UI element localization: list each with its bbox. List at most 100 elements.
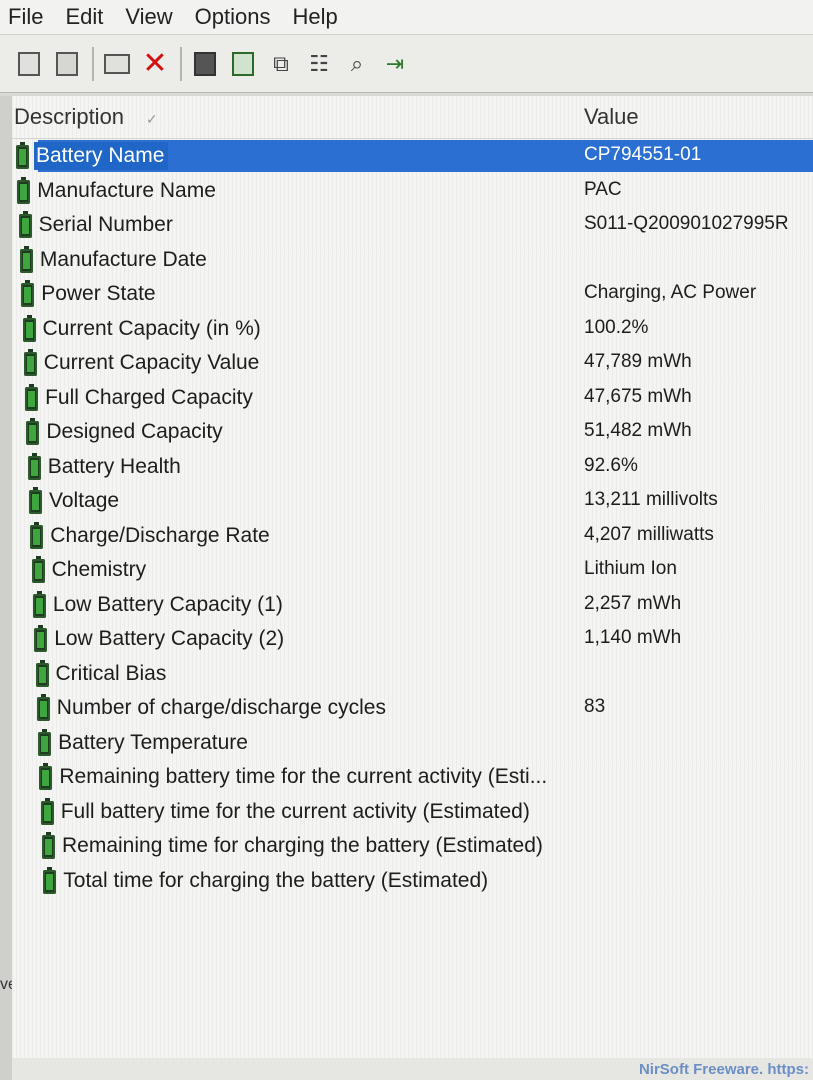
table-row[interactable]: Full Charged Capacity 47,675 mWh — [12, 382, 813, 417]
table-row[interactable]: Battery Name CP794551-01 — [12, 140, 813, 175]
row-description: Voltage — [49, 489, 120, 512]
row-value: 13,211 millivolts — [584, 489, 718, 510]
row-description: Full Charged Capacity — [45, 385, 253, 409]
row-description: Battery Health — [47, 454, 181, 478]
menu-edit[interactable]: Edit — [57, 4, 117, 30]
battery-icon — [26, 418, 40, 445]
row-value: 83 — [584, 696, 606, 717]
row-value: PAC — [584, 178, 622, 200]
table-row[interactable]: Battery Temperature — [12, 727, 813, 762]
table-row[interactable]: Remaining battery time for the current a… — [12, 761, 813, 796]
battery-icon — [17, 176, 31, 204]
column-header-description[interactable]: Description ✓ — [12, 104, 574, 130]
row-description: Serial Number — [38, 213, 173, 236]
row-value: Charging, AC Power — [584, 282, 757, 303]
toolbar-separator — [92, 46, 94, 81]
column-header-value[interactable]: Value — [584, 104, 639, 130]
html-report-icon[interactable] — [14, 47, 44, 81]
row-value: 47,675 mWh — [584, 385, 692, 407]
row-description: Manufacture Name — [37, 178, 216, 202]
battery-icon — [36, 694, 50, 721]
toolbar-separator — [180, 46, 182, 81]
row-description: Power State — [41, 282, 156, 305]
options-icon[interactable]: ☷ — [304, 47, 334, 81]
row-description: Remaining battery time for the current a… — [59, 765, 548, 788]
menu-options[interactable]: Options — [187, 4, 285, 30]
background-window-strip: ve — [0, 96, 17, 1080]
row-description: Battery Name — [34, 142, 169, 170]
table-row[interactable]: Low Battery Capacity (1) 2,257 mWh — [12, 589, 813, 624]
table-row[interactable]: Serial Number S011-Q200901027995R — [12, 209, 813, 244]
horizontal-scrollbar[interactable]: NirSoft Freeware. https: — [12, 1058, 813, 1080]
row-value: 92.6% — [584, 454, 638, 476]
battery-info-list[interactable]: Description ✓ Value Battery Name CP794551-… — [12, 96, 813, 1080]
table-row[interactable]: Remaining time for charging the battery … — [12, 830, 813, 865]
find-icon[interactable]: ⌕ — [342, 47, 372, 81]
row-description: Number of charge/discharge cycles — [56, 696, 386, 719]
row-value: 4,207 milliwatts — [584, 523, 714, 545]
row-description: Current Capacity Value — [43, 351, 260, 374]
row-description: Designed Capacity — [46, 420, 223, 443]
table-row[interactable]: Charge/Discharge Rate 4,207 milliwatts — [12, 520, 813, 555]
properties-icon[interactable] — [102, 47, 132, 81]
row-description: Low Battery Capacity (1) — [52, 592, 283, 616]
battery-icon — [21, 280, 35, 307]
table-row[interactable]: Low Battery Capacity (2) 1,140 mWh — [12, 623, 813, 658]
table-row[interactable]: Manufacture Date — [12, 244, 813, 279]
battery-icon — [29, 487, 42, 514]
list-header: Description ✓ Value — [12, 96, 813, 139]
battery-icon — [38, 728, 52, 756]
row-description: Remaining time for charging the battery … — [62, 834, 543, 857]
table-row[interactable]: Chemistry Lithium Ion — [12, 554, 813, 589]
battery-icon — [31, 556, 45, 583]
table-row[interactable]: Current Capacity (in %) 100.2% — [12, 313, 813, 348]
row-value: Lithium Ion — [584, 558, 677, 579]
table-row[interactable]: Designed Capacity 51,482 mWh — [12, 416, 813, 451]
row-description: Battery Temperature — [58, 730, 248, 754]
table-row[interactable]: Manufacture Name PAC — [12, 175, 813, 210]
row-description: Charge/Discharge Rate — [50, 523, 270, 547]
exit-icon[interactable]: ⇥ — [380, 47, 410, 81]
battery-icon — [22, 314, 36, 342]
row-description: Low Battery Capacity (2) — [54, 627, 285, 650]
menu-bar: File Edit View Options Help — [0, 0, 813, 35]
delete-icon[interactable]: ✕ — [140, 47, 170, 81]
menu-help[interactable]: Help — [285, 4, 352, 30]
table-row[interactable]: Full battery time for the current activi… — [12, 796, 813, 831]
nirsoft-watermark: NirSoft Freeware. https: — [638, 1061, 809, 1078]
table-row[interactable]: Battery Health 92.6% — [12, 451, 813, 486]
menu-file[interactable]: File — [0, 4, 57, 30]
row-value: 47,789 mWh — [584, 351, 692, 372]
save-icon[interactable] — [190, 47, 220, 81]
battery-icon — [40, 797, 54, 825]
row-value: 51,482 mWh — [584, 420, 692, 441]
battery-icon — [32, 590, 46, 618]
refresh-icon[interactable] — [228, 47, 258, 81]
table-row[interactable]: Current Capacity Value 47,789 mWh — [12, 347, 813, 382]
sort-indicator-icon: ✓ — [146, 111, 158, 127]
battery-icon — [35, 659, 49, 687]
row-value: 1,140 mWh — [584, 627, 682, 648]
toolbar: ✕ ⧉ ☷ ⌕ ⇥ — [0, 35, 813, 93]
row-description: Full battery time for the current activi… — [60, 799, 530, 823]
row-value: CP794551-01 — [584, 144, 702, 165]
battery-icon — [18, 211, 32, 238]
battery-icon — [25, 383, 39, 411]
copy-icon[interactable]: ⧉ — [266, 47, 296, 81]
table-row[interactable]: Number of charge/discharge cycles 83 — [12, 692, 813, 727]
battery-icon — [23, 349, 37, 376]
row-value: 100.2% — [584, 316, 649, 338]
table-row[interactable]: Voltage 13,211 millivolts — [12, 485, 813, 520]
battery-icon — [27, 452, 41, 480]
row-value: 2,257 mWh — [584, 592, 682, 614]
row-description: Chemistry — [51, 558, 147, 581]
table-row[interactable]: Critical Bias — [12, 658, 813, 693]
battery-icon — [39, 763, 53, 790]
text-report-icon[interactable] — [52, 47, 82, 81]
list-rows: Battery Name CP794551-01 Manufacture Name P… — [12, 140, 813, 899]
table-row[interactable]: Power State Charging, AC Power — [12, 278, 813, 313]
battery-icon — [43, 866, 57, 894]
table-row[interactable]: Total time for charging the battery (Est… — [12, 865, 813, 900]
row-description: Manufacture Date — [39, 247, 207, 271]
menu-view[interactable]: View — [117, 4, 186, 30]
